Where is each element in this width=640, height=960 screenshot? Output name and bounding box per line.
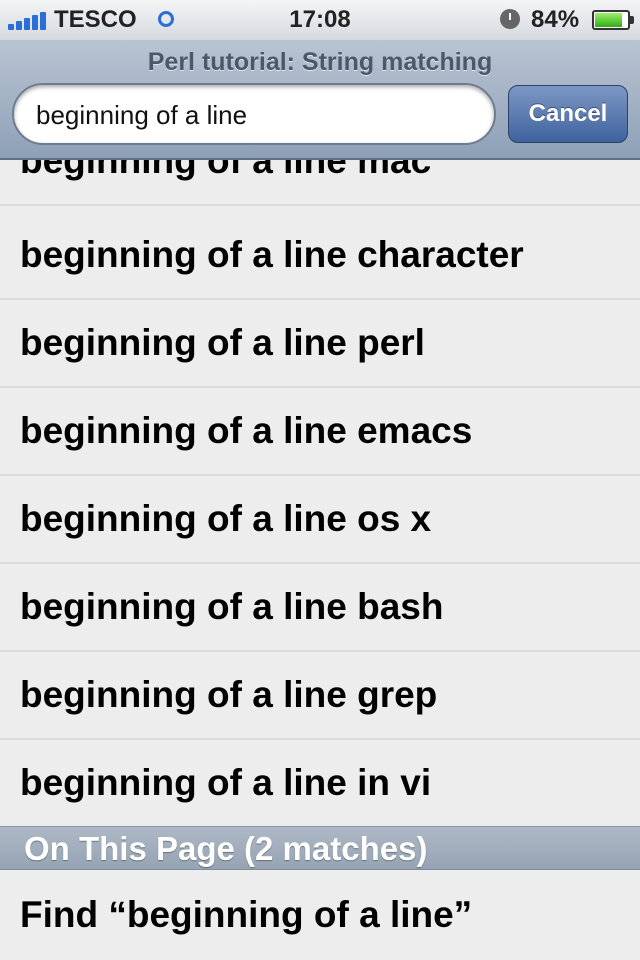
alarm-clock-icon — [500, 9, 520, 29]
suggestion-item[interactable]: beginning of a line in vi — [0, 740, 640, 826]
suggestion-item[interactable]: beginning of a line perl — [0, 300, 640, 388]
suggestion-item[interactable]: beginning of a line bash — [0, 564, 640, 652]
on-this-page-section-header: On This Page (2 matches) — [0, 826, 640, 870]
find-on-page-row[interactable]: Find “beginning of a line” — [0, 870, 640, 960]
suggestion-item[interactable]: beginning of a line grep — [0, 652, 640, 740]
status-bar: TESCO 17:08 84% — [0, 0, 640, 40]
battery-percent: 84% — [531, 6, 580, 33]
suggestion-item[interactable]: beginning of a line os x — [0, 476, 640, 564]
suggestion-item[interactable]: beginning of a line mac — [0, 160, 640, 206]
cancel-button[interactable]: Cancel — [508, 85, 628, 143]
page-title: Perl tutorial: String matching — [147, 48, 493, 76]
suggestion-item[interactable]: beginning of a line character — [0, 212, 640, 300]
battery-level-fill — [595, 13, 622, 27]
battery-icon — [592, 10, 634, 30]
find-header: Perl tutorial: String matching beginning… — [0, 40, 640, 160]
suggestion-list: beginning of a line mac beginning of a l… — [0, 160, 640, 826]
find-on-page-input[interactable]: beginning of a line — [12, 83, 496, 145]
suggestion-item[interactable]: beginning of a line emacs — [0, 388, 640, 476]
